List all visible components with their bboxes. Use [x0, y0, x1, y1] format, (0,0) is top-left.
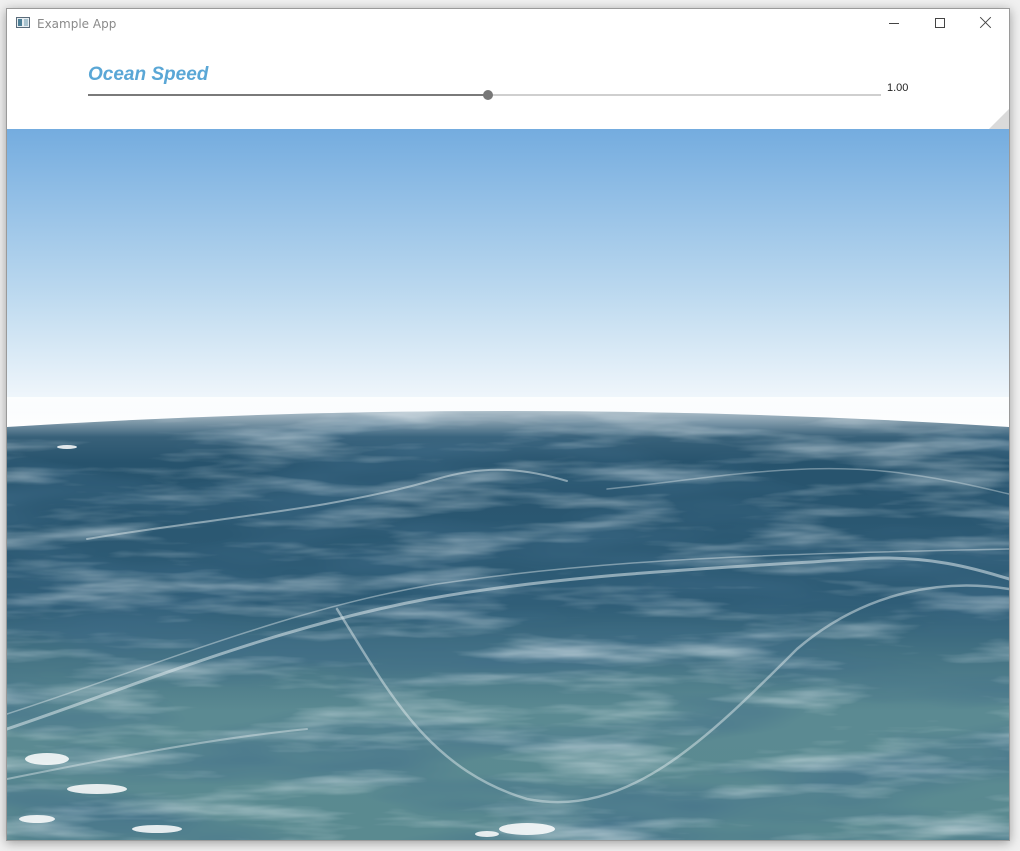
panel-resize-grip[interactable] [989, 109, 1009, 129]
ocean-render-view[interactable] [7, 129, 1009, 840]
slider-thumb[interactable] [483, 90, 493, 100]
sea-texture [7, 411, 1009, 840]
ocean-speed-slider[interactable] [88, 90, 881, 100]
close-button[interactable] [963, 9, 1009, 39]
sky [7, 129, 1009, 429]
ocean-speed-value: 1.00 [887, 82, 909, 94]
close-icon [979, 15, 993, 29]
minimize-icon [889, 23, 899, 24]
controls-panel: Ocean Speed 1.00 [7, 39, 1009, 129]
maximize-icon [935, 18, 945, 28]
slider-fill [88, 94, 488, 96]
ocean-scene [7, 129, 1009, 840]
app-window: Example App Ocean Speed 1.00 [6, 8, 1010, 841]
horizon-haze [7, 397, 1009, 437]
ocean-speed-label: Ocean Speed [88, 64, 209, 85]
title-bar[interactable]: Example App [7, 9, 1009, 39]
minimize-button[interactable] [871, 9, 917, 39]
app-window-icon [16, 17, 30, 28]
maximize-button[interactable] [917, 9, 963, 39]
window-title: Example App [37, 17, 117, 31]
